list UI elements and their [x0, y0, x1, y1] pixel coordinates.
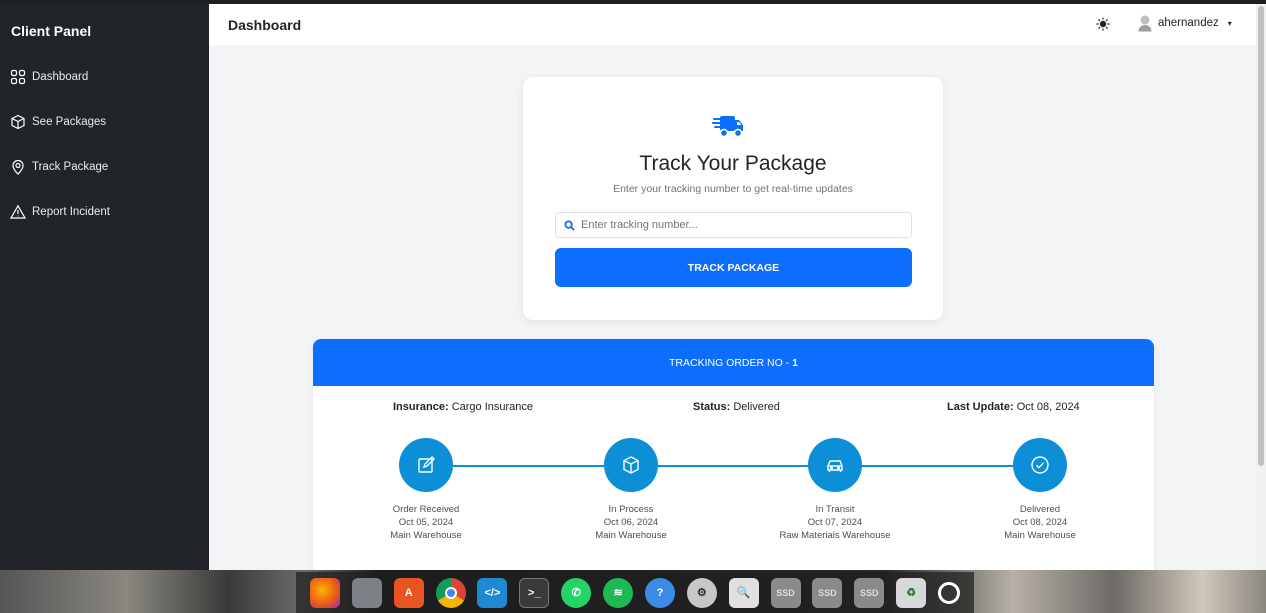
os-taskbar: A </> >_ ✆ ≋ ? ⚙ 🔍 SSD SSD SSD ♻: [0, 570, 1266, 613]
card-heading: Track Your Package: [639, 152, 827, 175]
sidebar-item-label: Track Package: [32, 161, 109, 173]
user-menu[interactable]: ahernandez ▾: [1138, 14, 1232, 32]
ssd-drive-icon[interactable]: SSD: [812, 577, 843, 608]
top-bar: Dashboard ahernandez ▾: [209, 4, 1256, 45]
step-location: Main Warehouse: [1004, 530, 1076, 541]
step-date: Oct 08, 2024: [1012, 517, 1068, 528]
step-date: Oct 07, 2024: [807, 517, 863, 528]
step-circle: [399, 438, 453, 492]
app-center-icon[interactable]: A: [393, 577, 424, 608]
chrome-icon[interactable]: [435, 577, 466, 608]
last-update-label: Last Update:: [947, 401, 1014, 413]
card-subtitle: Enter your tracking number to get real-t…: [613, 183, 853, 195]
tracking-header-label: TRACKING ORDER NO -: [668, 356, 790, 369]
drive-label: SSD: [818, 587, 837, 598]
main-content: Track Your Package Enter your tracking n…: [209, 45, 1256, 574]
search-icon: [564, 219, 575, 231]
page-scrollbar[interactable]: [1256, 4, 1266, 570]
step-circle: [808, 438, 862, 492]
spotify-icon[interactable]: ≋: [603, 577, 634, 608]
sidebar-item-track-package[interactable]: Track Package: [10, 156, 108, 178]
firefox-icon[interactable]: [309, 577, 340, 608]
page-title: Dashboard: [228, 17, 302, 33]
tracking-result-card: TRACKING ORDER NO - 1 Insurance: Cargo I…: [313, 339, 1154, 574]
insurance-label: Insurance:: [393, 401, 449, 413]
app-window: Client Panel Dashboard See Packages Trac…: [0, 0, 1266, 574]
sidebar-item-see-packages[interactable]: See Packages: [10, 111, 106, 133]
scrollbar-thumb[interactable]: [1258, 6, 1264, 466]
dock: A </> >_ ✆ ≋ ? ⚙ 🔍 SSD SSD SSD ♻: [296, 572, 974, 613]
box-icon: [623, 456, 639, 474]
timeline-step-in-transit: In Transit Oct 07, 2024 Raw Materials Wa…: [755, 438, 915, 542]
status-value: Delivered: [733, 401, 780, 413]
drive-label: SSD: [860, 587, 879, 598]
app-grid-icon[interactable]: [938, 581, 961, 604]
shipping-truck-icon: [712, 116, 743, 138]
step-name: In Transit: [815, 504, 855, 515]
track-search-card: Track Your Package Enter your tracking n…: [523, 77, 943, 320]
ssd-drive-icon[interactable]: SSD: [854, 577, 885, 608]
timeline-step-delivered: Delivered Oct 08, 2024 Main Warehouse: [960, 438, 1120, 542]
avatar-icon: [1138, 15, 1152, 32]
drive-label: SSD: [776, 587, 795, 598]
last-update-value: Oct 08, 2024: [1016, 401, 1080, 413]
step-date: Oct 05, 2024: [398, 517, 454, 528]
status-info: Status: Delivered: [693, 401, 780, 413]
help-icon[interactable]: ?: [644, 577, 675, 608]
location-pin-icon: [12, 159, 24, 175]
step-location: Raw Materials Warehouse: [779, 530, 891, 541]
tracking-number-input[interactable]: [581, 219, 901, 231]
sun-icon[interactable]: [1096, 17, 1110, 31]
timeline-step-order-received: Order Received Oct 05, 2024 Main Warehou…: [346, 438, 506, 542]
sidebar-item-report-incident[interactable]: Report Incident: [10, 201, 110, 223]
whatsapp-icon[interactable]: ✆: [561, 577, 592, 608]
step-name: Order Received: [392, 504, 460, 515]
step-name: Delivered: [1019, 504, 1061, 515]
grid-icon: [10, 69, 26, 85]
status-label: Status:: [693, 401, 731, 413]
step-circle: [1013, 438, 1067, 492]
step-circle: [604, 438, 658, 492]
step-location: Main Warehouse: [595, 530, 667, 541]
sidebar-title: Client Panel: [11, 23, 92, 39]
sidebar-item-label: Dashboard: [32, 71, 89, 83]
sidebar: Client Panel Dashboard See Packages Trac…: [0, 4, 209, 570]
step-date: Oct 06, 2024: [603, 517, 659, 528]
settings-icon[interactable]: ⚙: [686, 577, 717, 608]
edit-icon: [418, 456, 435, 473]
trash-icon[interactable]: ♻: [896, 577, 927, 608]
ssd-drive-icon[interactable]: SSD: [770, 577, 801, 608]
timeline-step-in-process: In Process Oct 06, 2024 Main Warehouse: [551, 438, 711, 542]
timeline-connector: [426, 465, 1041, 467]
car-icon: [827, 460, 843, 472]
tracking-order-number: 1: [792, 356, 798, 369]
sidebar-item-label: See Packages: [32, 116, 107, 128]
step-location: Main Warehouse: [390, 530, 462, 541]
insurance-info: Insurance: Cargo Insurance: [393, 401, 533, 413]
warning-triangle-icon: [10, 204, 26, 219]
step-name: In Process: [608, 504, 654, 515]
tracking-header: TRACKING ORDER NO - 1: [313, 339, 1154, 386]
vscode-icon[interactable]: </>: [477, 577, 508, 608]
track-package-button[interactable]: TRACK PACKAGE: [555, 248, 912, 287]
sidebar-item-dashboard[interactable]: Dashboard: [10, 66, 88, 88]
sidebar-item-label: Report Incident: [32, 206, 110, 218]
check-circle-icon: [1031, 456, 1049, 474]
chevron-down-icon: ▾: [1227, 18, 1232, 28]
username: ahernandez: [1158, 17, 1219, 29]
image-viewer-icon[interactable]: 🔍: [728, 577, 759, 608]
box-icon: [11, 114, 25, 130]
tracking-search-box: [555, 212, 912, 238]
files-icon[interactable]: [351, 577, 382, 608]
terminal-icon[interactable]: >_: [519, 577, 550, 608]
last-update-info: Last Update: Oct 08, 2024: [947, 401, 1080, 413]
insurance-value: Cargo Insurance: [451, 401, 534, 413]
